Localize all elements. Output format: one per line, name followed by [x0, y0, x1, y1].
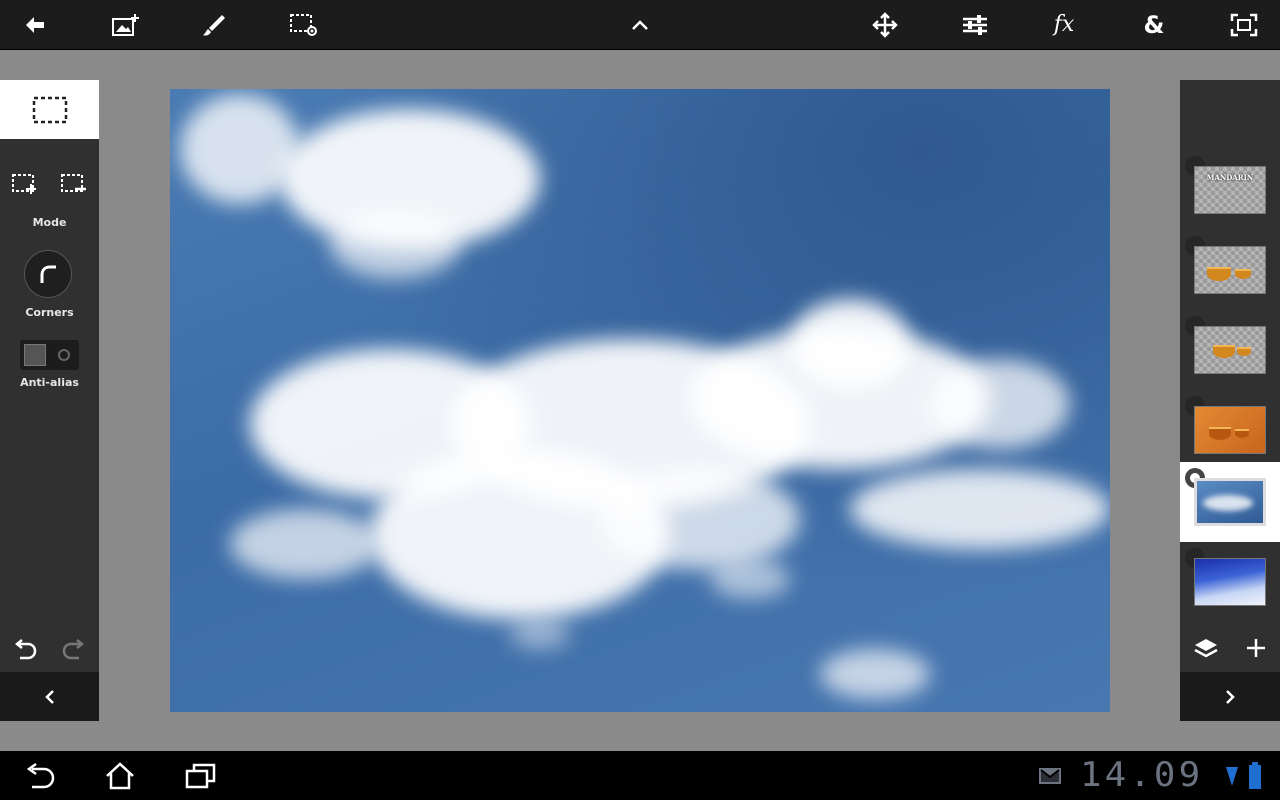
text-button[interactable]: & — [1129, 0, 1179, 49]
selection-options-panel: Mode Corners Anti-alias — [0, 80, 99, 721]
system-back-icon — [26, 762, 55, 788]
layer-item[interactable]: MANDARIN — [1180, 150, 1280, 230]
layer-item[interactable] — [1180, 542, 1280, 622]
add-layer-icon[interactable] — [1245, 637, 1267, 659]
history-controls — [0, 628, 99, 672]
system-back-button[interactable] — [10, 751, 70, 800]
bowl-shape — [1235, 429, 1249, 438]
gmail-notification[interactable] — [1020, 751, 1080, 800]
ampersand-icon: & — [1143, 10, 1165, 39]
bowl-shape — [1207, 267, 1231, 281]
add-image-icon — [112, 13, 139, 36]
selection-mode-group — [0, 172, 99, 196]
cloud — [230, 509, 380, 579]
chevron-right-icon — [1226, 689, 1235, 704]
anti-alias-label: Anti-alias — [20, 376, 79, 389]
collapse-toolbar-button[interactable] — [615, 0, 665, 49]
add-image-button[interactable] — [102, 0, 152, 49]
layer-item[interactable] — [1180, 230, 1280, 310]
brush-icon — [203, 14, 225, 36]
layers-icon[interactable] — [1193, 636, 1219, 660]
bowl-shape — [1213, 345, 1235, 358]
adjustments-icon — [963, 14, 987, 35]
redo-icon[interactable] — [61, 638, 87, 662]
selection-settings-icon — [290, 13, 317, 36]
cloud — [710, 559, 790, 599]
system-recent-apps-button[interactable] — [170, 751, 230, 800]
collapse-left-panel-button[interactable] — [0, 672, 99, 721]
layer-tools — [1180, 624, 1280, 672]
rectangle-selection-tool[interactable] — [0, 80, 99, 139]
rounded-corner-icon — [40, 265, 56, 283]
add-selection-icon[interactable] — [11, 172, 39, 196]
cloud — [1203, 495, 1253, 511]
status-clock: 14.09 — [1080, 755, 1204, 795]
bowl-shape — [1235, 269, 1251, 279]
top-toolbar: fx & — [0, 0, 1280, 50]
battery-icon — [1248, 762, 1262, 794]
wifi-icon — [1225, 764, 1239, 792]
mail-icon — [1039, 767, 1061, 784]
cloud — [820, 649, 930, 699]
layer-thumbnail — [1194, 326, 1266, 374]
layer-thumbnail — [1194, 246, 1266, 294]
layer-thumbnail: MANDARIN — [1194, 166, 1266, 214]
mode-label: Mode — [32, 216, 67, 229]
system-navigation-bar: 14.09 — [0, 751, 1280, 800]
marquee-selection-icon — [32, 96, 67, 123]
move-button[interactable] — [860, 0, 910, 49]
layer-thumbnail — [1194, 558, 1266, 606]
cloud — [510, 619, 570, 649]
system-home-button[interactable] — [90, 751, 150, 800]
fullscreen-icon — [1230, 13, 1258, 36]
anti-alias-toggle[interactable] — [20, 340, 79, 370]
layers-panel: MANDARIN — [1180, 80, 1280, 721]
fullscreen-button[interactable] — [1219, 0, 1269, 49]
bowl-shape — [1209, 427, 1231, 440]
fx-icon: fx — [1053, 12, 1075, 37]
effects-button[interactable]: fx — [1039, 0, 1089, 49]
home-icon — [106, 761, 134, 789]
subtract-selection-icon[interactable] — [60, 172, 88, 196]
toggle-off-indicator — [58, 349, 70, 361]
brush-button[interactable] — [189, 0, 239, 49]
chevron-left-icon — [44, 689, 54, 704]
undo-icon[interactable] — [12, 638, 38, 662]
image-canvas[interactable] — [170, 89, 1110, 712]
cloud — [930, 359, 1070, 449]
cloud — [790, 299, 910, 389]
layer-item[interactable] — [1180, 390, 1280, 470]
back-button[interactable] — [10, 0, 60, 49]
cloud — [850, 469, 1110, 549]
layer-thumbnail-text: MANDARIN — [1206, 173, 1254, 182]
toggle-knob — [24, 344, 46, 366]
chevron-up-icon — [632, 19, 648, 30]
layer-item-selected[interactable] — [1180, 462, 1280, 542]
bowl-shape — [1237, 347, 1251, 356]
back-arrow-icon — [26, 16, 44, 33]
layer-thumbnail — [1194, 478, 1266, 526]
adjustments-button[interactable] — [950, 0, 1000, 49]
move-icon — [872, 11, 898, 38]
layer-thumbnail — [1194, 406, 1266, 454]
layer-item[interactable] — [1180, 310, 1280, 390]
recent-apps-icon — [185, 763, 216, 788]
corners-button[interactable] — [24, 250, 72, 298]
cloud — [600, 469, 800, 569]
corners-label: Corners — [25, 306, 74, 319]
cloud — [330, 209, 460, 279]
selection-settings-button[interactable] — [279, 0, 329, 49]
collapse-layers-panel-button[interactable] — [1180, 672, 1280, 721]
